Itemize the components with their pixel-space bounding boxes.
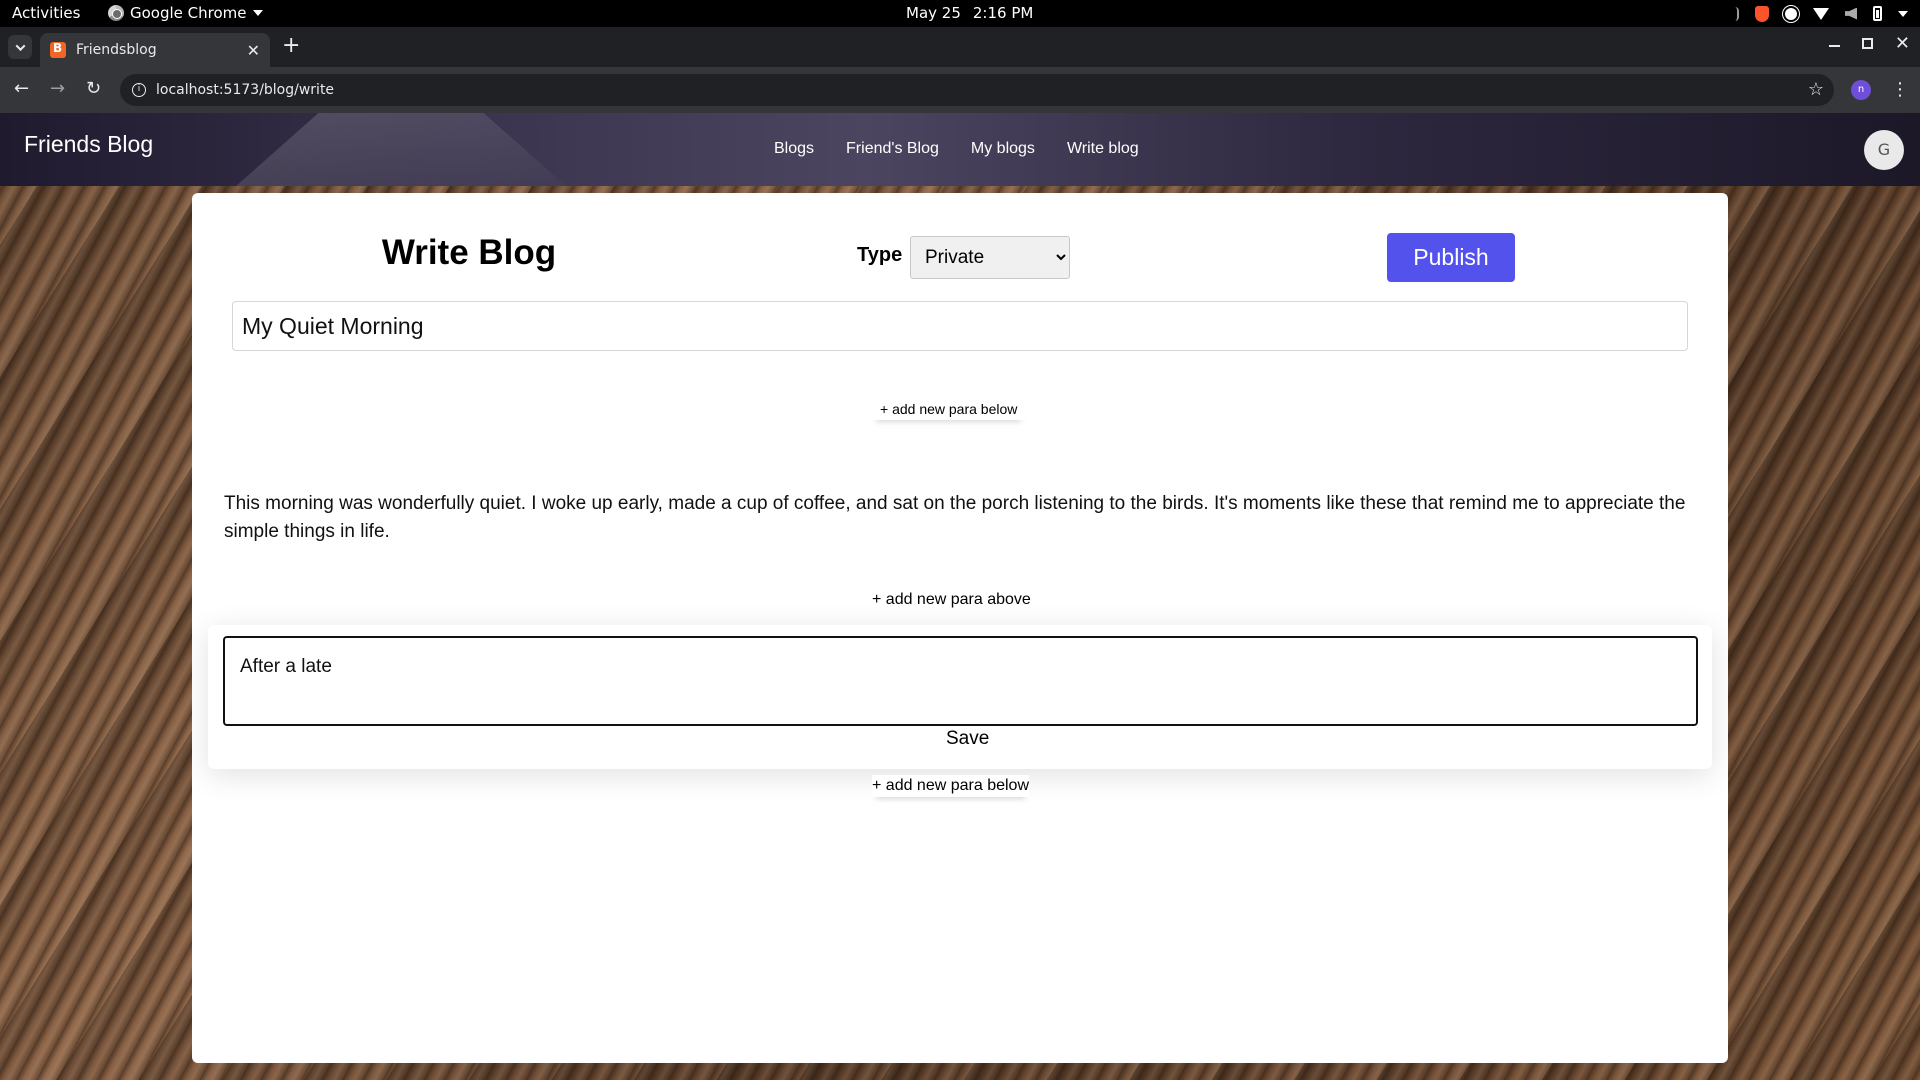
clock-date: May 25 bbox=[906, 4, 961, 22]
paragraph-editor: After a late Save bbox=[208, 625, 1712, 769]
nav-link-blogs[interactable]: Blogs bbox=[774, 140, 814, 158]
site-navbar: Friends Blog Blogs Friend's Blog My blog… bbox=[0, 113, 1920, 186]
clock-time: 2:16 PM bbox=[972, 4, 1034, 22]
add-para-above-button[interactable]: + add new para above bbox=[872, 589, 1031, 611]
bluetooth-icon bbox=[1729, 6, 1739, 21]
user-avatar[interactable]: G bbox=[1864, 130, 1904, 170]
browser-tab-strip: Friendsblog ✕ + ✕ bbox=[0, 27, 1920, 67]
tray-menu-icon bbox=[1898, 10, 1908, 17]
type-label: Type bbox=[857, 244, 903, 266]
save-button[interactable]: Save bbox=[946, 728, 989, 750]
nav-link-my-blogs[interactable]: My blogs bbox=[971, 140, 1035, 158]
site-info-icon[interactable]: i bbox=[132, 83, 146, 97]
forward-arrow-icon[interactable]: → bbox=[50, 79, 65, 99]
close-window-icon[interactable]: ✕ bbox=[1895, 35, 1910, 53]
app-menu-label: Google Chrome bbox=[130, 4, 247, 22]
paragraph-textarea[interactable]: After a late bbox=[223, 636, 1698, 726]
kebab-menu-icon[interactable]: ⋮ bbox=[1891, 78, 1909, 102]
write-blog-card: Write Blog Type Private Publish + add ne… bbox=[192, 193, 1728, 1063]
publish-button[interactable]: Publish bbox=[1387, 233, 1515, 282]
new-tab-icon[interactable]: + bbox=[282, 35, 300, 57]
system-tray[interactable] bbox=[1729, 3, 1908, 24]
brightness-icon bbox=[1785, 7, 1797, 20]
brave-icon[interactable] bbox=[1755, 5, 1769, 22]
address-bar[interactable]: i localhost:5173/blog/write ☆ bbox=[120, 74, 1834, 106]
site-nav-links: Blogs Friend's Blog My blogs Write blog bbox=[774, 140, 1139, 158]
tab-title: Friendsblog bbox=[76, 42, 157, 58]
tab-close-icon[interactable]: ✕ bbox=[247, 41, 260, 60]
minimize-icon[interactable] bbox=[1828, 45, 1840, 47]
page-title: Write Blog bbox=[381, 233, 557, 272]
maximize-icon[interactable] bbox=[1861, 38, 1873, 49]
browser-tab[interactable]: Friendsblog ✕ bbox=[40, 33, 270, 67]
blog-title-input[interactable] bbox=[232, 301, 1688, 351]
chrome-icon bbox=[108, 5, 124, 21]
nav-link-write-blog[interactable]: Write blog bbox=[1067, 140, 1139, 158]
page-background: Friends Blog Blogs Friend's Blog My blog… bbox=[0, 113, 1920, 1080]
bookmark-star-icon[interactable]: ☆ bbox=[1808, 79, 1824, 100]
paragraph-text[interactable]: This morning was wonderfully quiet. I wo… bbox=[224, 490, 1694, 546]
clock[interactable]: May 25 2:16 PM bbox=[906, 4, 1033, 22]
tab-search-button[interactable] bbox=[8, 35, 32, 59]
type-select[interactable]: Private bbox=[910, 236, 1070, 279]
caret-down-icon bbox=[252, 10, 263, 16]
os-top-bar: Activities Google Chrome May 25 2:16 PM bbox=[0, 0, 1920, 27]
add-para-below-button[interactable]: + add new para below bbox=[872, 398, 1026, 420]
site-brand[interactable]: Friends Blog bbox=[24, 131, 153, 158]
url-text[interactable]: localhost:5173/blog/write bbox=[156, 82, 334, 98]
browser-toolbar: ← → ↻ i localhost:5173/blog/write ☆ n ⋮ bbox=[0, 67, 1920, 113]
nav-link-friends-blog[interactable]: Friend's Blog bbox=[846, 140, 939, 158]
add-para-below-bottom-button[interactable]: + add new para below bbox=[872, 775, 1029, 797]
back-arrow-icon[interactable]: ← bbox=[14, 79, 29, 99]
blogger-favicon-icon bbox=[50, 41, 66, 58]
volume-icon bbox=[1845, 7, 1857, 20]
window-controls: ✕ bbox=[1828, 35, 1910, 53]
chevron-down-icon bbox=[15, 40, 25, 51]
app-menu[interactable]: Google Chrome bbox=[108, 4, 263, 22]
reload-icon[interactable]: ↻ bbox=[86, 79, 101, 99]
profile-avatar[interactable]: n bbox=[1851, 80, 1871, 100]
wifi-icon bbox=[1813, 7, 1829, 20]
battery-icon bbox=[1873, 6, 1882, 21]
background-image-detail bbox=[236, 113, 566, 186]
activities-button[interactable]: Activities bbox=[12, 4, 80, 22]
